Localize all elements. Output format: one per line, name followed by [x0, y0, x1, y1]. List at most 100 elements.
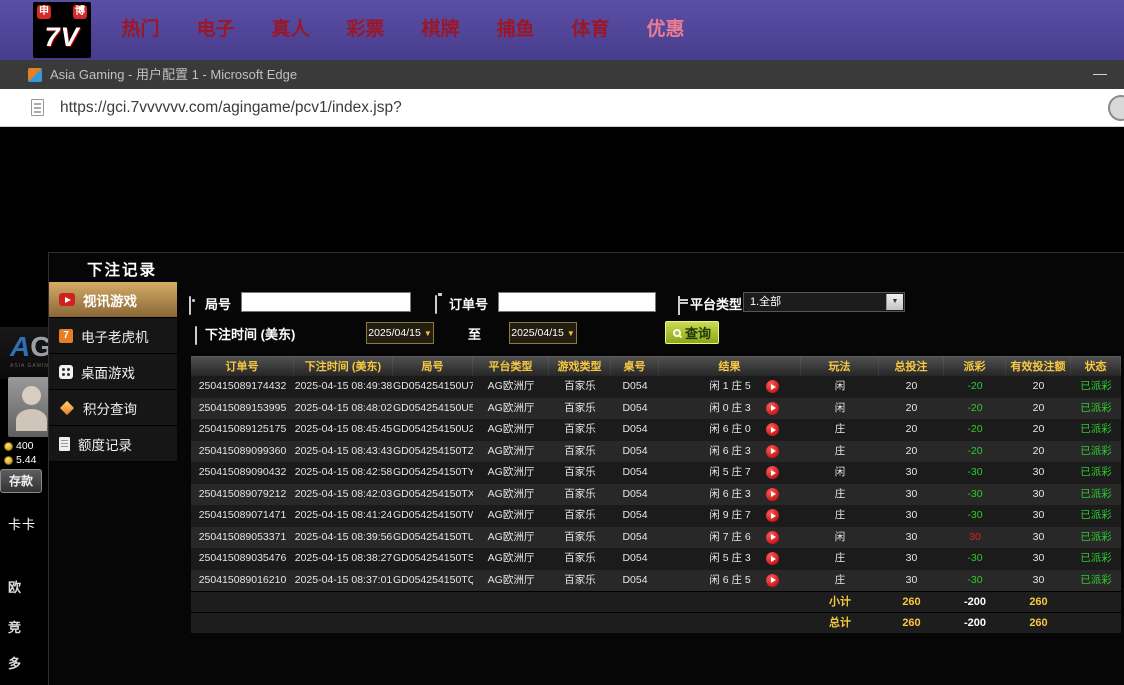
site-logo[interactable]: 申 博 7V: [33, 2, 91, 58]
play-video-button[interactable]: [766, 466, 779, 479]
cell-payout: -30: [944, 462, 1006, 484]
cell-valid-bet: 30: [1006, 548, 1071, 570]
subtotal-spacer: [191, 592, 801, 612]
url-text[interactable]: https://gci.7vvvvvv.com/agingame/pcv1/in…: [60, 89, 402, 126]
nav-item-promo[interactable]: 优惠: [628, 0, 703, 60]
menu-item-points-query[interactable]: 积分查询: [49, 390, 177, 426]
play-video-button[interactable]: [766, 380, 779, 393]
play-video-button[interactable]: [766, 574, 779, 587]
cell-valid-bet: 20: [1006, 419, 1071, 441]
cell-total-bet: 30: [879, 548, 944, 570]
play-video-button[interactable]: [766, 445, 779, 458]
grand-total-label: 总计: [801, 613, 879, 633]
cell-result: 闲 1 庄 5: [659, 376, 801, 398]
cell-round-no: GD054254150TZ: [393, 441, 473, 463]
menu-label: 积分查询: [83, 398, 137, 418]
cell-payout: -30: [944, 505, 1006, 527]
cell-status: 已派彩: [1071, 419, 1121, 441]
cell-platform: AG欧洲厅: [473, 462, 549, 484]
chevron-down-icon: ▼: [424, 329, 432, 338]
cell-status: 已派彩: [1071, 548, 1121, 570]
date-to-select[interactable]: 2025/04/15 ▼: [509, 322, 577, 344]
nav-item-live[interactable]: 真人: [253, 0, 328, 60]
page-info-icon[interactable]: [31, 99, 44, 116]
cell-result: 闲 6 庄 0: [659, 419, 801, 441]
ag-logo-a: A: [10, 331, 30, 362]
sidebar-item-jing[interactable]: 竞: [8, 617, 21, 636]
play-video-button[interactable]: [766, 509, 779, 522]
menu-item-credit-records[interactable]: 额度记录: [49, 426, 177, 462]
balance-row-2: 5.44: [4, 454, 36, 466]
date-from-select[interactable]: 2025/04/15 ▼: [366, 322, 434, 344]
cell-bet-type: 庄: [801, 441, 879, 463]
order-number-input[interactable]: [498, 292, 656, 312]
search-icon: [673, 329, 681, 337]
cell-round-no: GD054254150TX: [393, 484, 473, 506]
result-text: 闲 6 庄 5: [659, 570, 801, 592]
cell-order-no: 250415089090432: [191, 462, 294, 484]
urlbar-right-icon[interactable]: [1108, 95, 1124, 121]
cell-valid-bet: 20: [1006, 376, 1071, 398]
document-icon: [59, 437, 70, 451]
order-number-label: 订单号: [449, 294, 488, 313]
cell-game-type: 百家乐: [549, 398, 611, 420]
balance-value-1: 400: [16, 440, 34, 452]
nav-item-slots[interactable]: 电子: [178, 0, 253, 60]
cell-table-no: D054: [611, 376, 659, 398]
cell-order-no: 250415089099360: [191, 441, 294, 463]
subtotal-label: 小计: [801, 592, 879, 612]
play-video-button[interactable]: [766, 488, 779, 501]
cell-order-no: 250415089079212: [191, 484, 294, 506]
cell-bet-type: 庄: [801, 505, 879, 527]
play-video-button[interactable]: [766, 423, 779, 436]
cell-table-no: D054: [611, 484, 659, 506]
coin-icon: [4, 442, 13, 451]
round-number-input[interactable]: [241, 292, 411, 312]
play-video-button[interactable]: [766, 402, 779, 415]
cell-status: 已派彩: [1071, 376, 1121, 398]
panel-title: 下注记录: [87, 258, 157, 280]
cell-game-type: 百家乐: [549, 548, 611, 570]
cell-valid-bet: 20: [1006, 441, 1071, 463]
nav-item-lottery[interactable]: 彩票: [328, 0, 403, 60]
subtotal-valid-bet: 260: [1006, 592, 1071, 612]
menu-label: 桌面游戏: [81, 362, 135, 382]
hall-label: 卡卡: [8, 514, 36, 533]
cell-bet-type: 闲: [801, 527, 879, 549]
cell-payout: -20: [944, 419, 1006, 441]
calendar-icon: [195, 326, 197, 345]
chevron-down-icon: ▼: [567, 329, 575, 338]
sidebar-item-duo[interactable]: 多: [8, 653, 21, 672]
menu-item-table-games[interactable]: 桌面游戏: [49, 354, 177, 390]
date-range-to-label: 至: [468, 324, 481, 343]
diamond-icon: [60, 400, 74, 414]
deposit-button[interactable]: 存款: [0, 469, 42, 493]
sidebar-item-europe[interactable]: 欧: [8, 577, 21, 596]
nav-item-board[interactable]: 棋牌: [403, 0, 478, 60]
nav-item-sports[interactable]: 体育: [553, 0, 628, 60]
cell-status: 已派彩: [1071, 462, 1121, 484]
cell-total-bet: 20: [879, 441, 944, 463]
table-body: 250415089174432 2025-04-15 08:49:38 GD05…: [191, 376, 1121, 591]
play-video-button[interactable]: [766, 531, 779, 544]
result-text: 闲 5 庄 3: [659, 548, 801, 570]
nav-item-fishing[interactable]: 捕鱼: [478, 0, 553, 60]
col-header-payout: 派彩: [944, 357, 1006, 376]
minimize-button[interactable]: —: [1084, 60, 1116, 89]
menu-item-slot-machines[interactable]: 7 电子老虎机: [49, 318, 177, 354]
cell-status: 已派彩: [1071, 570, 1121, 592]
cell-order-no: 250415089071471: [191, 505, 294, 527]
chevron-down-icon[interactable]: ▼: [886, 294, 903, 310]
result-text: 闲 0 庄 3: [659, 398, 801, 420]
search-button[interactable]: 查询: [665, 321, 719, 344]
cell-total-bet: 30: [879, 462, 944, 484]
play-video-button[interactable]: [766, 552, 779, 565]
menu-item-live-games[interactable]: 视讯游戏: [49, 282, 177, 318]
cell-valid-bet: 30: [1006, 570, 1071, 592]
platform-type-label: 平台类型: [690, 294, 742, 313]
table-row: 250415089053371 2025-04-15 08:39:56 GD05…: [191, 527, 1121, 549]
nav-item-hot[interactable]: 热门: [103, 0, 178, 60]
platform-type-select[interactable]: 1.全部 ▼: [743, 292, 905, 312]
logo-badge-bo: 博: [73, 5, 87, 19]
browser-title-bar: Asia Gaming - 用户配置 1 - Microsoft Edge —: [0, 60, 1124, 89]
